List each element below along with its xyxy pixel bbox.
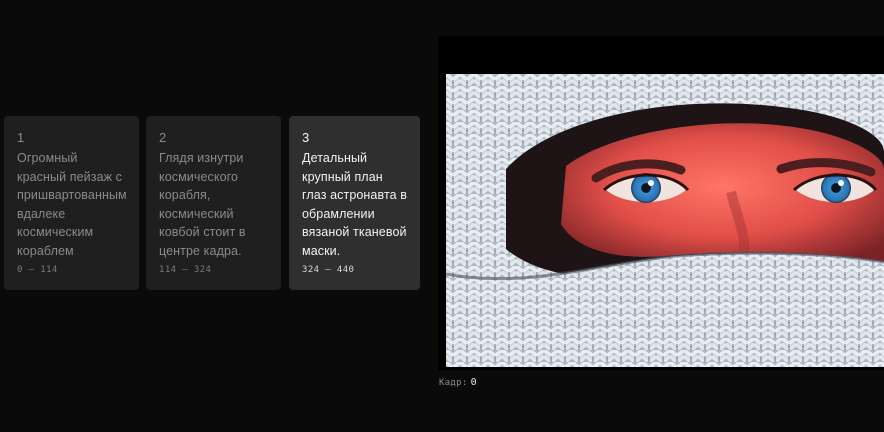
shot-frame-range: 114 – 324: [159, 265, 212, 275]
shot-card-2[interactable]: 2 Глядя изнутри космического корабля, ко…: [146, 116, 281, 290]
shot-description: Глядя изнутри космического корабля, косм…: [159, 151, 246, 258]
shot-number: 2: [159, 130, 167, 145]
frame-value: 0: [470, 377, 477, 388]
shot-card-1[interactable]: 1 Огромный красный пейзаж с пришвартован…: [4, 116, 139, 290]
storyboard-screen: 1 Огромный красный пейзаж с пришвартован…: [0, 0, 884, 432]
shot-number: 3: [302, 130, 310, 145]
shot-description: Огромный красный пейзаж с пришвартованны…: [17, 151, 127, 258]
shot-description: Детальный крупный план глаз астронавта в…: [302, 151, 407, 258]
frame-counter: Кадр: 0: [439, 377, 477, 388]
shot-card-3[interactable]: 3 Детальный крупный план глаз астронавта…: [289, 116, 420, 290]
preview-frame-image: [446, 74, 884, 367]
shot-frame-range: 324 – 440: [302, 265, 355, 275]
shot-frame-range: 0 – 114: [17, 265, 58, 275]
frame-label: Кадр:: [439, 378, 468, 388]
video-preview[interactable]: [438, 36, 884, 370]
shot-number: 1: [17, 130, 25, 145]
